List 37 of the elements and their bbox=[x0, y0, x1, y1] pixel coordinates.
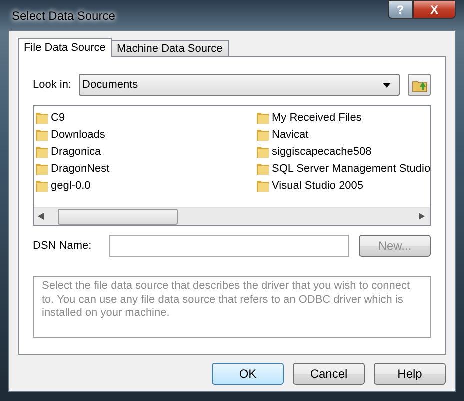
folder-item[interactable]: Downloads bbox=[36, 126, 257, 143]
scroll-right-icon[interactable] bbox=[419, 213, 425, 220]
dsn-name-label: DSN Name: bbox=[33, 240, 92, 252]
folder-icon bbox=[257, 128, 269, 141]
folder-icon bbox=[36, 145, 48, 158]
folder-icon bbox=[36, 111, 48, 124]
dropdown-caret-icon bbox=[383, 82, 391, 88]
folder-item[interactable]: gegl-0.0 bbox=[36, 177, 257, 194]
dialog-button[interactable]: Help bbox=[374, 363, 446, 385]
folder-item[interactable]: Visual Studio 2005 bbox=[257, 177, 430, 194]
folder-icon bbox=[257, 111, 269, 124]
folder-item[interactable]: My Received Files bbox=[257, 109, 430, 126]
folder-item[interactable]: C9 bbox=[36, 109, 257, 126]
look-in-label: Look in: bbox=[33, 79, 72, 91]
folder-item[interactable]: SQL Server Management Studio bbox=[257, 160, 430, 177]
up-folder-button[interactable] bbox=[408, 74, 431, 96]
tab[interactable]: File Data Source bbox=[18, 38, 112, 57]
tab[interactable]: Machine Data Source bbox=[110, 40, 229, 57]
description-text: Select the file data source that describes the driver that you wish to connect to. You can use any file data source that refers to an ODBC driver which is installed on your machine. bbox=[33, 276, 431, 338]
folder-icon bbox=[257, 179, 269, 192]
dialog-button[interactable]: OK bbox=[212, 363, 284, 385]
scroll-left-icon[interactable] bbox=[38, 213, 44, 220]
folder-item[interactable]: DragonNest bbox=[36, 160, 257, 177]
close-button[interactable]: X bbox=[413, 0, 456, 19]
window-title: Select Data Source bbox=[12, 9, 116, 23]
folder-icon bbox=[257, 145, 269, 158]
folder-icon bbox=[257, 162, 269, 175]
horizontal-scrollbar[interactable] bbox=[34, 207, 430, 225]
folder-icon bbox=[36, 179, 48, 192]
look-in-dropdown[interactable]: Documents bbox=[78, 74, 400, 96]
folder-icon bbox=[36, 162, 48, 175]
folder-item[interactable]: Dragonica bbox=[36, 143, 257, 160]
dialog-button[interactable]: Cancel bbox=[293, 363, 365, 385]
folder-icon bbox=[36, 128, 48, 141]
folder-item[interactable]: siggiscapecache508 bbox=[257, 143, 430, 160]
folder-item[interactable]: Navicat bbox=[257, 126, 430, 143]
dsn-name-field[interactable] bbox=[108, 235, 349, 257]
